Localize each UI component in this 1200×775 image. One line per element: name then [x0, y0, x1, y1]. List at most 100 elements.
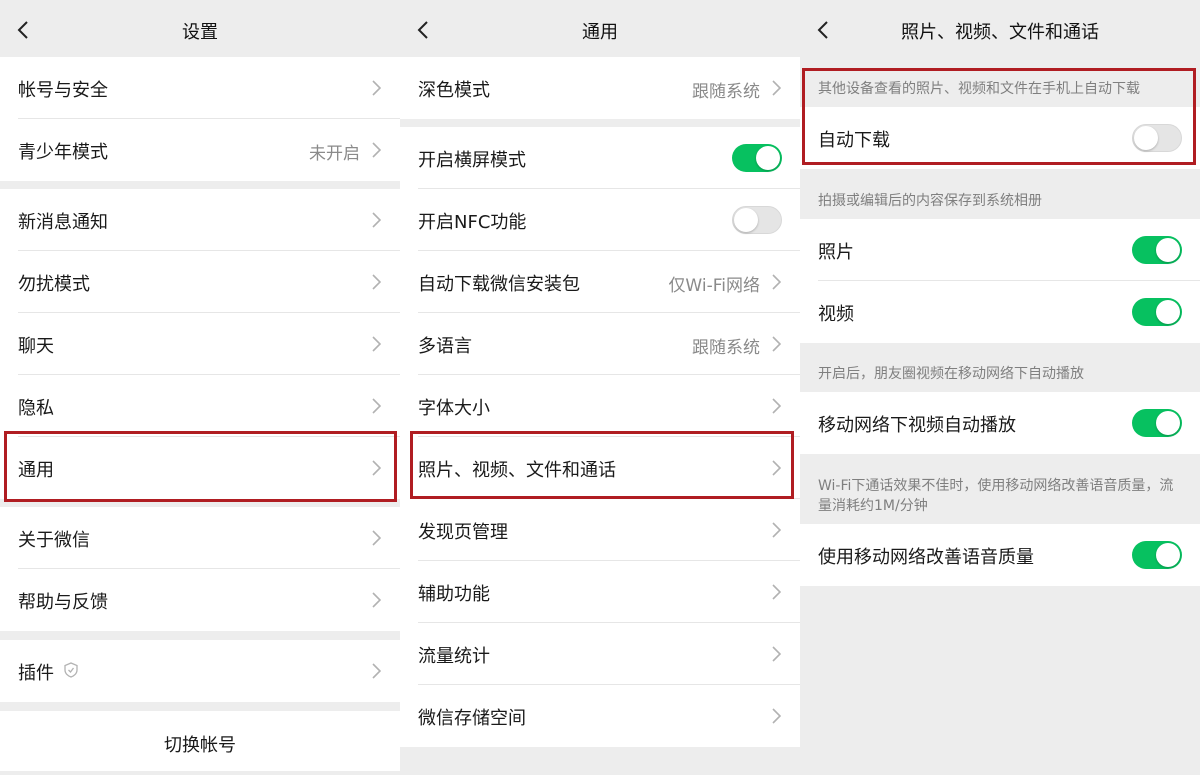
general-item-nfc: 开启NFC功能 — [400, 189, 800, 251]
chevron-right-icon — [372, 274, 381, 290]
general-item-font-size[interactable]: 字体大小 — [400, 375, 800, 437]
settings-item-general[interactable]: 通用 — [0, 437, 400, 499]
settings-item-about[interactable]: 关于微信 — [0, 507, 400, 569]
item-label: 辅助功能 — [418, 580, 490, 606]
media-item-auto-download: 自动下载 — [800, 107, 1200, 169]
item-label: 自动下载 — [818, 126, 890, 152]
chevron-right-icon — [772, 274, 781, 290]
media-item-photos: 照片 — [800, 219, 1200, 281]
general-item-accessibility[interactable]: 辅助功能 — [400, 561, 800, 623]
item-label: 开启NFC功能 — [418, 208, 526, 234]
chevron-right-icon — [772, 646, 781, 662]
item-label: 开启横屏模式 — [418, 146, 526, 172]
settings-item-teen-mode[interactable]: 青少年模式 未开启 — [0, 119, 400, 181]
chevron-right-icon — [772, 80, 781, 96]
general-item-landscape: 开启横屏模式 — [400, 127, 800, 189]
chevron-right-icon — [372, 336, 381, 352]
chevron-right-icon — [372, 663, 381, 679]
item-label: 深色模式 — [418, 76, 490, 102]
chevron-right-icon — [772, 398, 781, 414]
toggle-knob — [734, 208, 758, 232]
voice-quality-toggle[interactable] — [1132, 541, 1182, 569]
general-item-data-usage[interactable]: 流量统计 — [400, 623, 800, 685]
general-item-media[interactable]: 照片、视频、文件和通话 — [400, 437, 800, 499]
item-label: 照片、视频、文件和通话 — [418, 456, 616, 482]
voice-quality-note: Wi-Fi下通话效果不佳时，使用移动网络改善语音质量，流量消耗约1M/分钟 — [818, 476, 1182, 516]
item-label: 隐私 — [18, 394, 54, 420]
item-label: 聊天 — [18, 332, 54, 358]
general-item-auto-download-package[interactable]: 自动下载微信安装包 仅Wi-Fi网络 — [400, 251, 800, 313]
media-topbar: 照片、视频、文件和通话 — [800, 0, 1200, 58]
general-item-dark-mode[interactable]: 深色模式 跟随系统 — [400, 57, 800, 119]
item-label: 流量统计 — [418, 642, 490, 668]
item-label: 字体大小 — [418, 394, 490, 420]
switch-account-label: 切换帐号 — [0, 731, 400, 757]
page-title: 通用 — [400, 18, 800, 44]
media-item-voice-quality: 使用移动网络改善语音质量 — [800, 524, 1200, 586]
general-topbar: 通用 — [400, 0, 800, 58]
general-item-discover[interactable]: 发现页管理 — [400, 499, 800, 561]
item-label: 帐号与安全 — [18, 76, 108, 102]
auto-download-toggle[interactable] — [1132, 124, 1182, 152]
media-panel: 照片、视频、文件和通话 其他设备查看的照片、视频和文件在手机上自动下载 自动下载… — [800, 0, 1200, 775]
toggle-knob — [1156, 411, 1180, 435]
item-label: 通用 — [18, 456, 54, 482]
toggle-knob — [1156, 543, 1180, 567]
settings-item-chat[interactable]: 聊天 — [0, 313, 400, 375]
item-label: 自动下载微信安装包 — [418, 270, 580, 296]
item-label: 关于微信 — [18, 526, 90, 552]
item-label: 视频 — [818, 300, 854, 326]
chevron-right-icon — [772, 522, 781, 538]
toggle-knob — [1156, 238, 1180, 262]
item-value: 未开启 — [309, 139, 360, 164]
settings-item-account-security[interactable]: 帐号与安全 — [0, 57, 400, 119]
settings-item-do-not-disturb[interactable]: 勿扰模式 — [0, 251, 400, 313]
toggle-knob — [1134, 126, 1158, 150]
toggle-knob — [1156, 300, 1180, 324]
general-item-storage[interactable]: 微信存储空间 — [400, 685, 800, 747]
shield-icon — [64, 662, 78, 678]
chevron-right-icon — [772, 336, 781, 352]
nfc-toggle[interactable] — [732, 206, 782, 234]
save-to-album-note: 拍摄或编辑后的内容保存到系统相册 — [818, 191, 1182, 211]
videos-toggle[interactable] — [1132, 298, 1182, 326]
chevron-right-icon — [372, 80, 381, 96]
landscape-toggle[interactable] — [732, 144, 782, 172]
item-label: 发现页管理 — [418, 518, 508, 544]
item-label: 移动网络下视频自动播放 — [818, 411, 1016, 437]
item-label: 使用移动网络改善语音质量 — [818, 543, 1034, 569]
chevron-right-icon — [372, 592, 381, 608]
mobile-autoplay-toggle[interactable] — [1132, 409, 1182, 437]
chevron-right-icon — [372, 460, 381, 476]
settings-item-privacy[interactable]: 隐私 — [0, 375, 400, 437]
general-item-language[interactable]: 多语言 跟随系统 — [400, 313, 800, 375]
item-label: 照片 — [818, 238, 854, 264]
item-label: 新消息通知 — [18, 208, 108, 234]
general-panel: 通用 深色模式 跟随系统 开启横屏模式 开启NFC功能 自动下载微信安装包 仅W… — [400, 0, 800, 775]
chevron-right-icon — [772, 708, 781, 724]
chevron-right-icon — [372, 212, 381, 228]
auto-download-note: 其他设备查看的照片、视频和文件在手机上自动下载 — [818, 79, 1182, 99]
settings-panel: 设置 帐号与安全 青少年模式 未开启 新消息通知 勿扰模式 聊天 隐私 通用 关… — [0, 0, 400, 775]
switch-account-button[interactable]: 切换帐号 — [0, 711, 400, 771]
page-title: 照片、视频、文件和通话 — [800, 18, 1200, 44]
media-item-mobile-autoplay: 移动网络下视频自动播放 — [800, 392, 1200, 454]
photos-toggle[interactable] — [1132, 236, 1182, 264]
item-value: 跟随系统 — [692, 333, 760, 358]
item-label: 插件 — [18, 659, 54, 685]
item-label: 帮助与反馈 — [18, 588, 108, 614]
item-value: 跟随系统 — [692, 77, 760, 102]
chevron-right-icon — [772, 460, 781, 476]
moments-autoplay-note: 开启后，朋友圈视频在移动网络下自动播放 — [818, 364, 1182, 384]
settings-item-plugins[interactable]: 插件 — [0, 640, 400, 702]
settings-item-notifications[interactable]: 新消息通知 — [0, 189, 400, 251]
item-label: 微信存储空间 — [418, 704, 526, 730]
page-title: 设置 — [0, 18, 400, 44]
media-item-videos: 视频 — [800, 281, 1200, 343]
chevron-right-icon — [372, 530, 381, 546]
settings-topbar: 设置 — [0, 0, 400, 58]
chevron-right-icon — [372, 142, 381, 158]
item-label: 青少年模式 — [18, 138, 108, 164]
settings-item-help-feedback[interactable]: 帮助与反馈 — [0, 569, 400, 631]
chevron-right-icon — [772, 584, 781, 600]
